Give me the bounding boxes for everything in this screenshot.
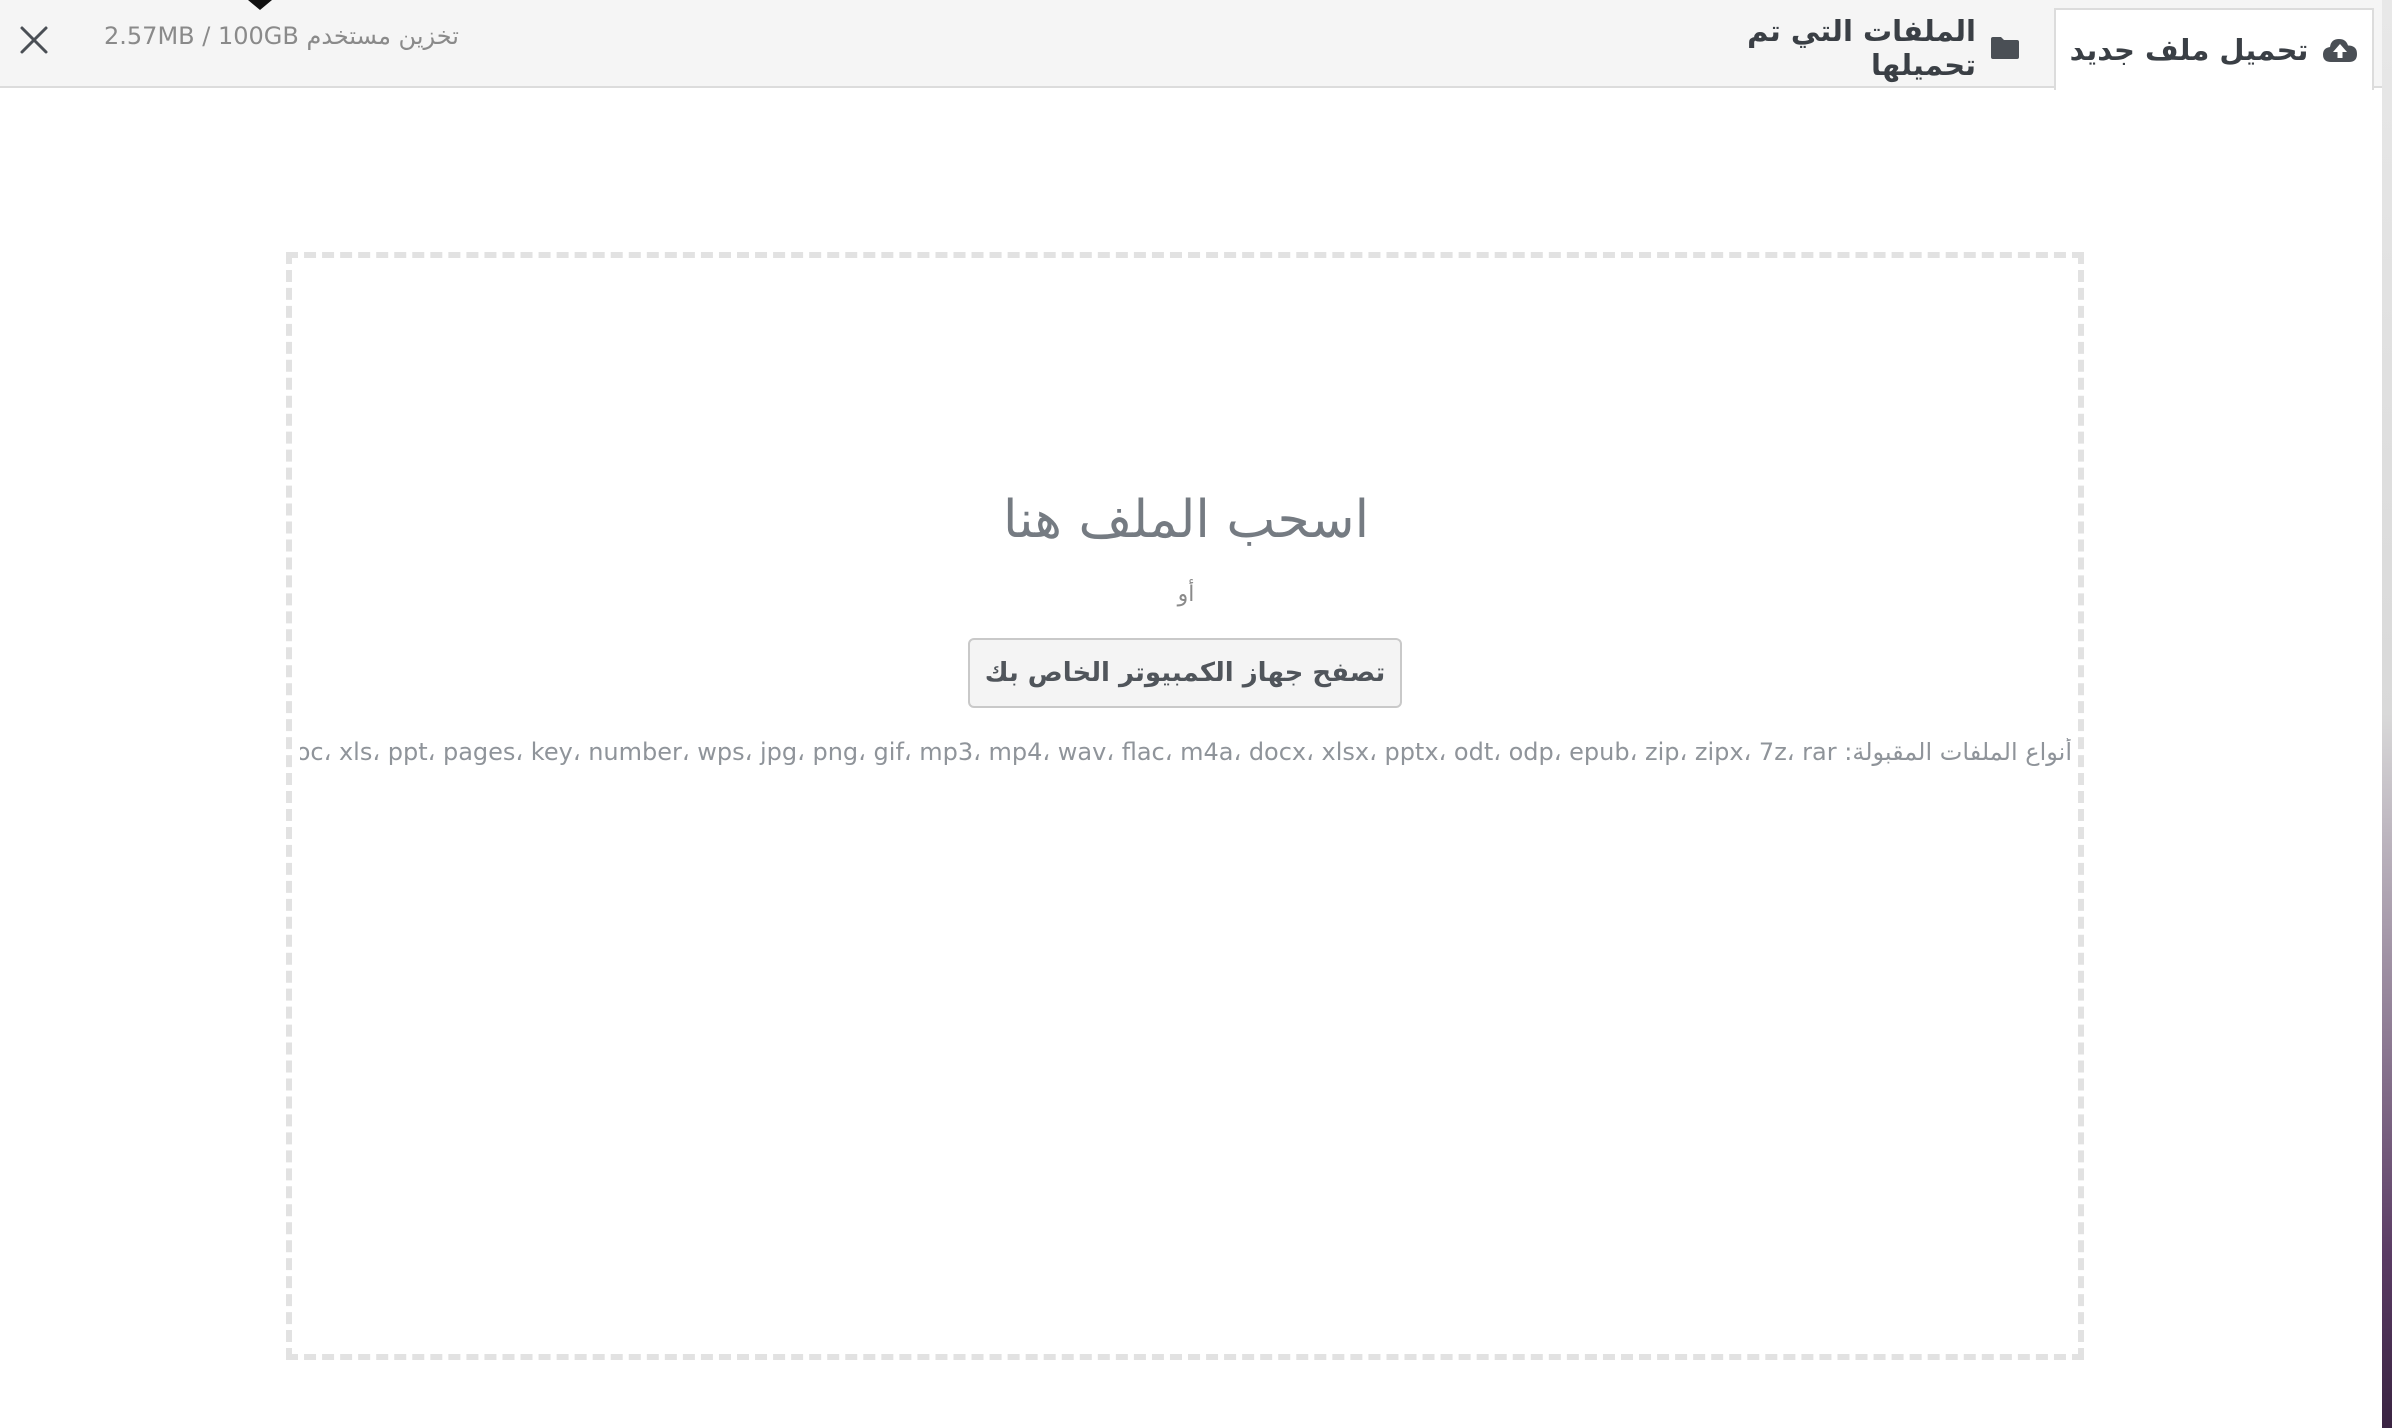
browse-computer-button[interactable]: تصفح جهاز الكمبيوتر الخاص بك	[968, 638, 1402, 708]
storage-used: 2.57MB / 100GB	[104, 22, 299, 50]
window-edge	[2382, 0, 2392, 1428]
dialog-header: تخزين مستخدم 2.57MB / 100GB الملفات التي…	[0, 0, 2382, 90]
tab-uploaded-files-label: الملفات التي تم تحميلها	[1747, 14, 1976, 82]
close-icon	[20, 26, 48, 54]
file-dropzone[interactable]	[286, 252, 2084, 1360]
close-button[interactable]	[14, 20, 54, 60]
cloud-upload-icon	[2323, 39, 2358, 62]
or-separator: أو	[1177, 582, 1195, 607]
tab-upload-new-file[interactable]: تحميل ملف جديد	[2054, 8, 2374, 90]
tab-uploaded-files[interactable]: الملفات التي تم تحميلها	[1680, 8, 2020, 88]
accepted-types-list: txt، pdf، doc، xls، ppt، pages، key، num…	[300, 738, 1837, 766]
storage-label: تخزين مستخدم	[306, 22, 459, 50]
accepted-file-types: أنواع الملفات المقبولة: txt، pdf، doc، x…	[300, 738, 2072, 766]
caret-down-icon	[248, 0, 272, 10]
storage-usage: تخزين مستخدم 2.57MB / 100GB	[104, 22, 459, 50]
accepted-types-label: أنواع الملفات المقبولة:	[1844, 738, 2072, 766]
dropzone-title: اسحب الملف هنا	[1002, 490, 1370, 550]
folder-icon	[1991, 37, 2019, 59]
tab-upload-new-file-label: تحميل ملف جديد	[2069, 33, 2309, 67]
upload-dialog: تخزين مستخدم 2.57MB / 100GB الملفات التي…	[0, 0, 2392, 1428]
